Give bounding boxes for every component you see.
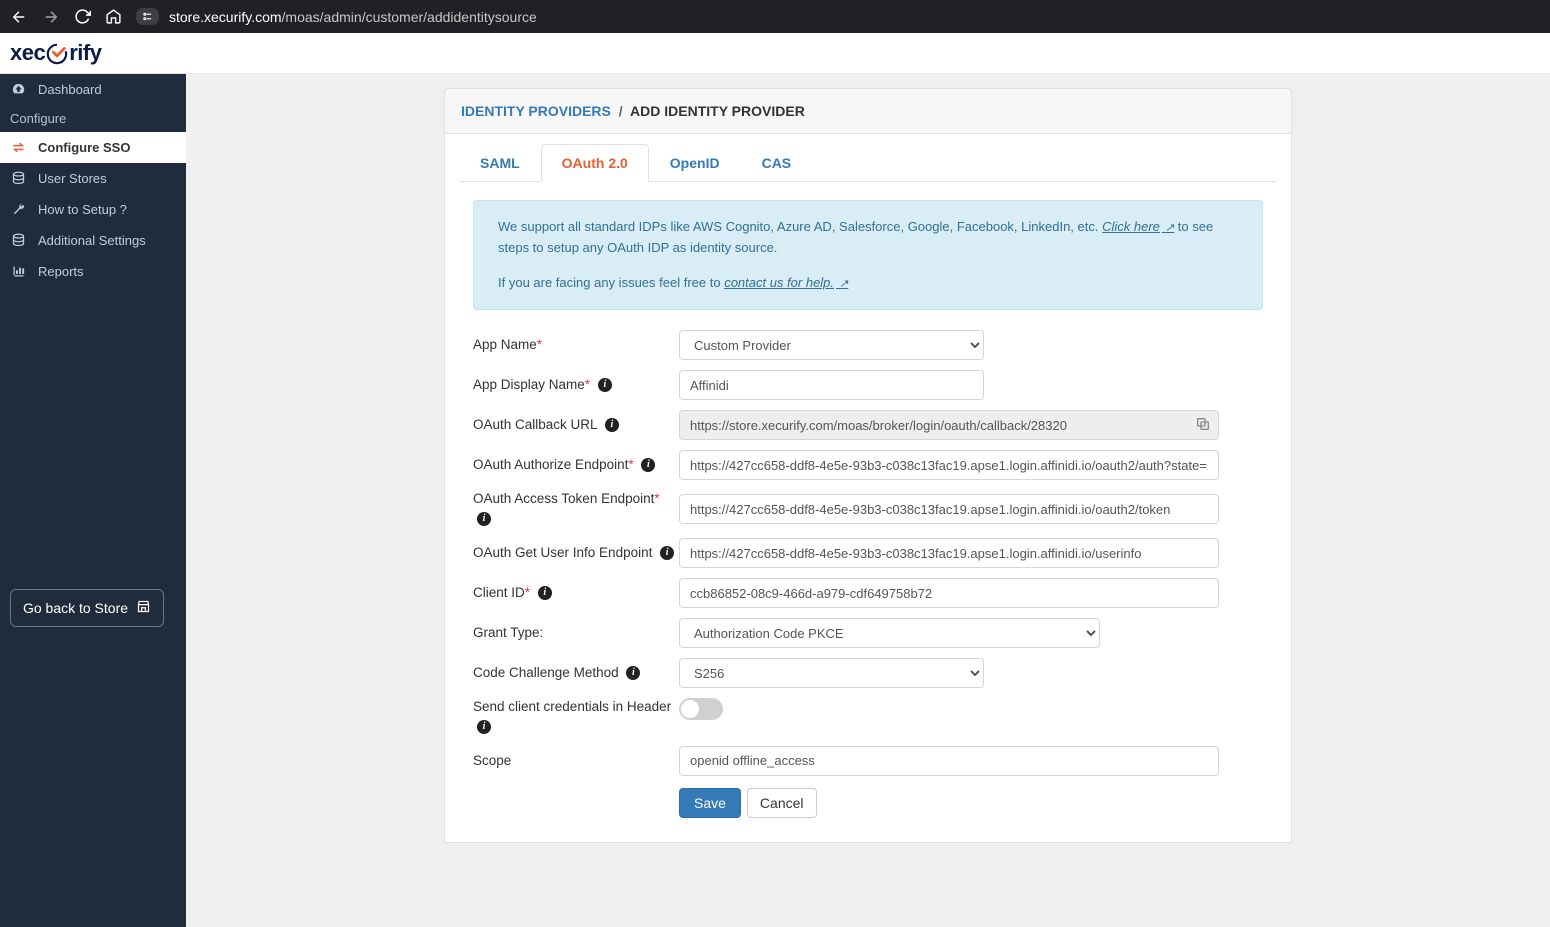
callback-url-input[interactable] [679, 410, 1219, 440]
tab-cas[interactable]: CAS [741, 144, 813, 182]
scope-input[interactable] [679, 746, 1219, 776]
authorize-endpoint-label: OAuth Authorize Endpoint* i [473, 456, 679, 475]
database-icon [10, 171, 26, 186]
grant-type-select[interactable]: Authorization Code PKCE [679, 618, 1100, 648]
cancel-button[interactable]: Cancel [747, 788, 817, 818]
info-icon[interactable]: i [477, 720, 491, 734]
sidebar-label-reports: Reports [38, 264, 84, 279]
browser-url: store.xecurify.com/moas/admin/customer/a… [169, 9, 537, 25]
browser-back-icon[interactable] [10, 8, 28, 26]
logo-swoosh-icon [46, 40, 68, 66]
grant-type-label: Grant Type: [473, 624, 679, 643]
browser-address-bar[interactable]: store.xecurify.com/moas/admin/customer/a… [136, 8, 1540, 25]
app-name-label: App Name* [473, 336, 679, 355]
save-button[interactable]: Save [679, 788, 741, 818]
info-icon[interactable]: i [605, 418, 619, 432]
scope-label: Scope [473, 752, 679, 771]
breadcrumb-parent[interactable]: IDENTITY PROVIDERS [461, 103, 611, 119]
browser-reload-icon[interactable] [74, 8, 91, 25]
tab-openid[interactable]: OpenID [649, 144, 741, 182]
send-header-label: Send client credentials in Header i [473, 698, 679, 736]
code-challenge-select[interactable]: S256 [679, 658, 984, 688]
logo-text-right: rify [69, 40, 101, 66]
tab-saml[interactable]: SAML [459, 144, 541, 182]
copy-icon[interactable] [1195, 416, 1211, 435]
app-logo-bar: xec rify [0, 33, 1550, 74]
go-back-to-store-button[interactable]: Go back to Store [10, 589, 164, 627]
info-text-3: If you are facing any issues feel free t… [498, 275, 724, 290]
token-endpoint-input[interactable] [679, 494, 1219, 524]
tab-oauth[interactable]: OAuth 2.0 [541, 144, 649, 182]
sidebar-item-reports[interactable]: Reports [0, 256, 186, 287]
app-name-select[interactable]: Custom Provider [679, 330, 984, 360]
app-logo[interactable]: xec rify [10, 40, 101, 66]
store-icon [136, 599, 151, 617]
send-header-toggle[interactable] [679, 698, 723, 720]
idp-form-panel: SAML OAuth 2.0 OpenID CAS We support all… [444, 134, 1292, 843]
browser-home-icon[interactable] [105, 8, 122, 25]
callback-url-label: OAuth Callback URL i [473, 416, 679, 435]
contact-us-link[interactable]: contact us for help. ↗ [724, 275, 848, 290]
sidebar-dashboard-label: Dashboard [38, 82, 102, 97]
token-endpoint-label: OAuth Access Token Endpoint* i [473, 490, 679, 528]
breadcrumb-current: ADD IDENTITY PROVIDER [630, 103, 805, 119]
logo-text-left: xec [10, 40, 45, 66]
sidebar-configure-header: Configure [0, 105, 186, 132]
app-display-name-label: App Display Name* i [473, 376, 679, 395]
sidebar-item-additional-settings[interactable]: Additional Settings [0, 225, 186, 256]
userinfo-endpoint-input[interactable] [679, 538, 1219, 568]
browser-toolbar: store.xecurify.com/moas/admin/customer/a… [0, 0, 1550, 33]
info-icon[interactable]: i [626, 666, 640, 680]
breadcrumb: IDENTITY PROVIDERS / ADD IDENTITY PROVID… [444, 88, 1292, 134]
client-id-input[interactable] [679, 578, 1219, 608]
sidebar-item-user-stores[interactable]: User Stores [0, 163, 186, 194]
userinfo-endpoint-label: OAuth Get User Info Endpoint i [473, 544, 679, 563]
info-icon[interactable]: i [598, 378, 612, 392]
info-banner: We support all standard IDPs like AWS Co… [473, 200, 1263, 310]
back-store-label: Go back to Store [23, 600, 128, 616]
sidebar-label-howto: How to Setup ? [38, 202, 127, 217]
info-icon[interactable]: i [538, 586, 552, 600]
info-icon[interactable]: i [477, 512, 491, 526]
external-link-icon: ↗ [1162, 222, 1174, 234]
chart-icon [10, 264, 26, 279]
info-text-1: We support all standard IDPs like AWS Co… [498, 219, 1102, 234]
breadcrumb-separator: / [619, 103, 623, 119]
sidebar-item-dashboard[interactable]: Dashboard [0, 74, 186, 105]
database-icon [10, 233, 26, 248]
sidebar-item-how-to-setup[interactable]: How to Setup ? [0, 194, 186, 225]
main-content: IDENTITY PROVIDERS / ADD IDENTITY PROVID… [186, 74, 1550, 927]
browser-forward-icon[interactable] [42, 8, 60, 26]
info-icon[interactable]: i [641, 458, 655, 472]
external-link-icon: ↗ [836, 278, 848, 290]
protocol-tabs: SAML OAuth 2.0 OpenID CAS [459, 144, 1277, 182]
site-info-icon[interactable] [136, 8, 159, 25]
wrench-icon [10, 202, 26, 217]
sidebar: Dashboard Configure Configure SSO User S… [0, 74, 186, 927]
sidebar-label-userstores: User Stores [38, 171, 107, 186]
dashboard-icon [10, 82, 26, 97]
swap-icon [10, 140, 26, 155]
sidebar-label-additional: Additional Settings [38, 233, 146, 248]
info-icon[interactable]: i [660, 546, 674, 560]
code-challenge-label: Code Challenge Method i [473, 664, 679, 683]
sidebar-item-configure-sso[interactable]: Configure SSO [0, 132, 186, 163]
app-display-name-input[interactable] [679, 370, 984, 400]
client-id-label: Client ID* i [473, 584, 679, 603]
authorize-endpoint-input[interactable] [679, 450, 1219, 480]
click-here-link[interactable]: Click here ↗ [1102, 219, 1174, 234]
sidebar-label-sso: Configure SSO [38, 140, 130, 155]
